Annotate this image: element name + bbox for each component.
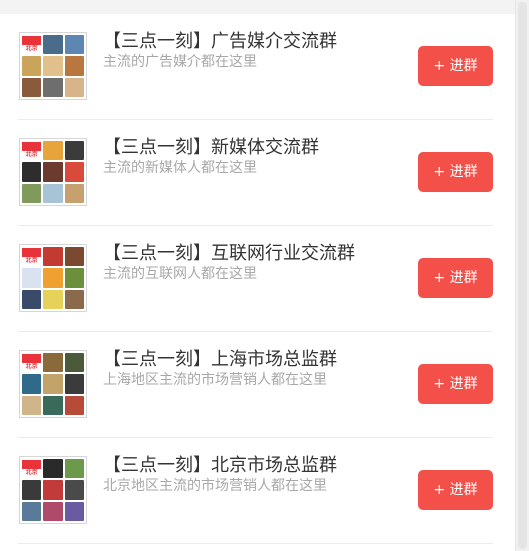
group-title: 【三点一刻】上海市场总监群 [103,349,337,370]
list-item: 北京 【三点一刻】北京市场总监群北京地区主流的市场营销人都在这里 + 进群 [18,438,493,544]
member-avatar [43,289,63,309]
list-item: 北京 【三点一刻】互联网行业交流群主流的互联网人都在这里 + 进群 [18,226,493,332]
group-title: 【三点一刻】广告媒介交流群 [103,31,337,52]
join-group-button[interactable]: + 进群 [418,152,493,192]
member-avatar [22,395,42,415]
logo-text: 北京 [25,45,38,52]
member-avatar [64,77,84,97]
top-strip [0,0,529,14]
scrollbar[interactable] [515,0,529,551]
group-title: 【三点一刻】北京市场总监群 [103,455,337,476]
group-description: 主流的新媒体人都在这里 [103,160,257,176]
member-avatar [43,353,63,373]
logo-banner [22,248,42,257]
member-avatar [22,268,42,288]
group-description: 主流的广告媒介都在这里 [103,54,257,70]
member-avatar [64,353,84,373]
brand-logo-icon: 北京 [22,459,42,479]
logo-text: 北京 [25,469,38,476]
member-avatar [43,395,63,415]
list-item: 北京 【三点一刻】上海市场总监群上海地区主流的市场营销人都在这里 + 进群 [18,332,493,438]
member-avatar [64,459,84,479]
group-avatar: 北京 [19,138,87,206]
group-description: 主流的互联网人都在这里 [103,266,257,282]
group-avatar: 北京 [19,244,87,312]
member-avatar [22,162,42,182]
member-avatar [22,289,42,309]
join-group-button[interactable]: + 进群 [418,470,493,510]
member-avatar [64,268,84,288]
member-avatar [43,501,63,521]
brand-logo-icon: 北京 [22,35,42,55]
member-avatar [64,162,84,182]
member-avatar [43,77,63,97]
group-avatar: 北京 [19,456,87,524]
group-title: 【三点一刻】新媒体交流群 [103,137,319,158]
group-avatar: 北京 [19,32,87,100]
logo-text: 北京 [25,257,38,264]
logo-text: 北京 [25,363,38,370]
member-avatar [43,268,63,288]
member-avatar [43,374,63,394]
join-group-button[interactable]: + 进群 [418,364,493,404]
group-avatar: 北京 [19,350,87,418]
brand-logo-icon: 北京 [22,141,42,161]
join-group-button[interactable]: + 进群 [418,258,493,298]
group-title: 【三点一刻】互联网行业交流群 [103,243,355,264]
join-group-button[interactable]: + 进群 [418,46,493,86]
list-item: 北京 【三点一刻】广告媒介交流群主流的广告媒介都在这里 + 进群 [18,14,493,120]
member-avatar [64,56,84,76]
member-avatar [64,183,84,203]
brand-logo-icon: 北京 [22,247,42,267]
scrollbar-thumb[interactable] [518,2,527,549]
member-avatar [43,56,63,76]
member-avatar [43,35,63,55]
logo-banner [22,36,42,45]
group-list: 北京 【三点一刻】广告媒介交流群 主流的广告媒介都在这里 + 进群 北京 【三点一刻】新媒… [0,14,515,544]
member-avatar [43,141,63,161]
member-avatar [64,395,84,415]
group-description: 北京地区主流的市场营销人都在这里 [103,478,327,494]
member-avatar [43,480,63,500]
member-avatar [43,247,63,267]
member-avatar [64,141,84,161]
member-avatar [22,480,42,500]
member-avatar [22,77,42,97]
member-avatar [64,374,84,394]
member-avatar [64,247,84,267]
member-avatar [43,459,63,479]
member-avatar [64,35,84,55]
member-avatar [22,183,42,203]
member-avatar [64,289,84,309]
logo-text: 北京 [25,151,38,158]
brand-logo-icon: 北京 [22,353,42,373]
member-avatar [22,374,42,394]
logo-banner [22,354,42,363]
logo-banner [22,142,42,151]
member-avatar [43,162,63,182]
member-avatar [43,183,63,203]
list-item: 北京 【三点一刻】新媒体交流群主流的新媒体人都在这里 + 进群 [18,120,493,226]
group-description: 上海地区主流的市场营销人都在这里 [103,372,327,388]
member-avatar [64,501,84,521]
logo-banner [22,460,42,469]
member-avatar [22,501,42,521]
member-avatar [22,56,42,76]
member-avatar [64,480,84,500]
